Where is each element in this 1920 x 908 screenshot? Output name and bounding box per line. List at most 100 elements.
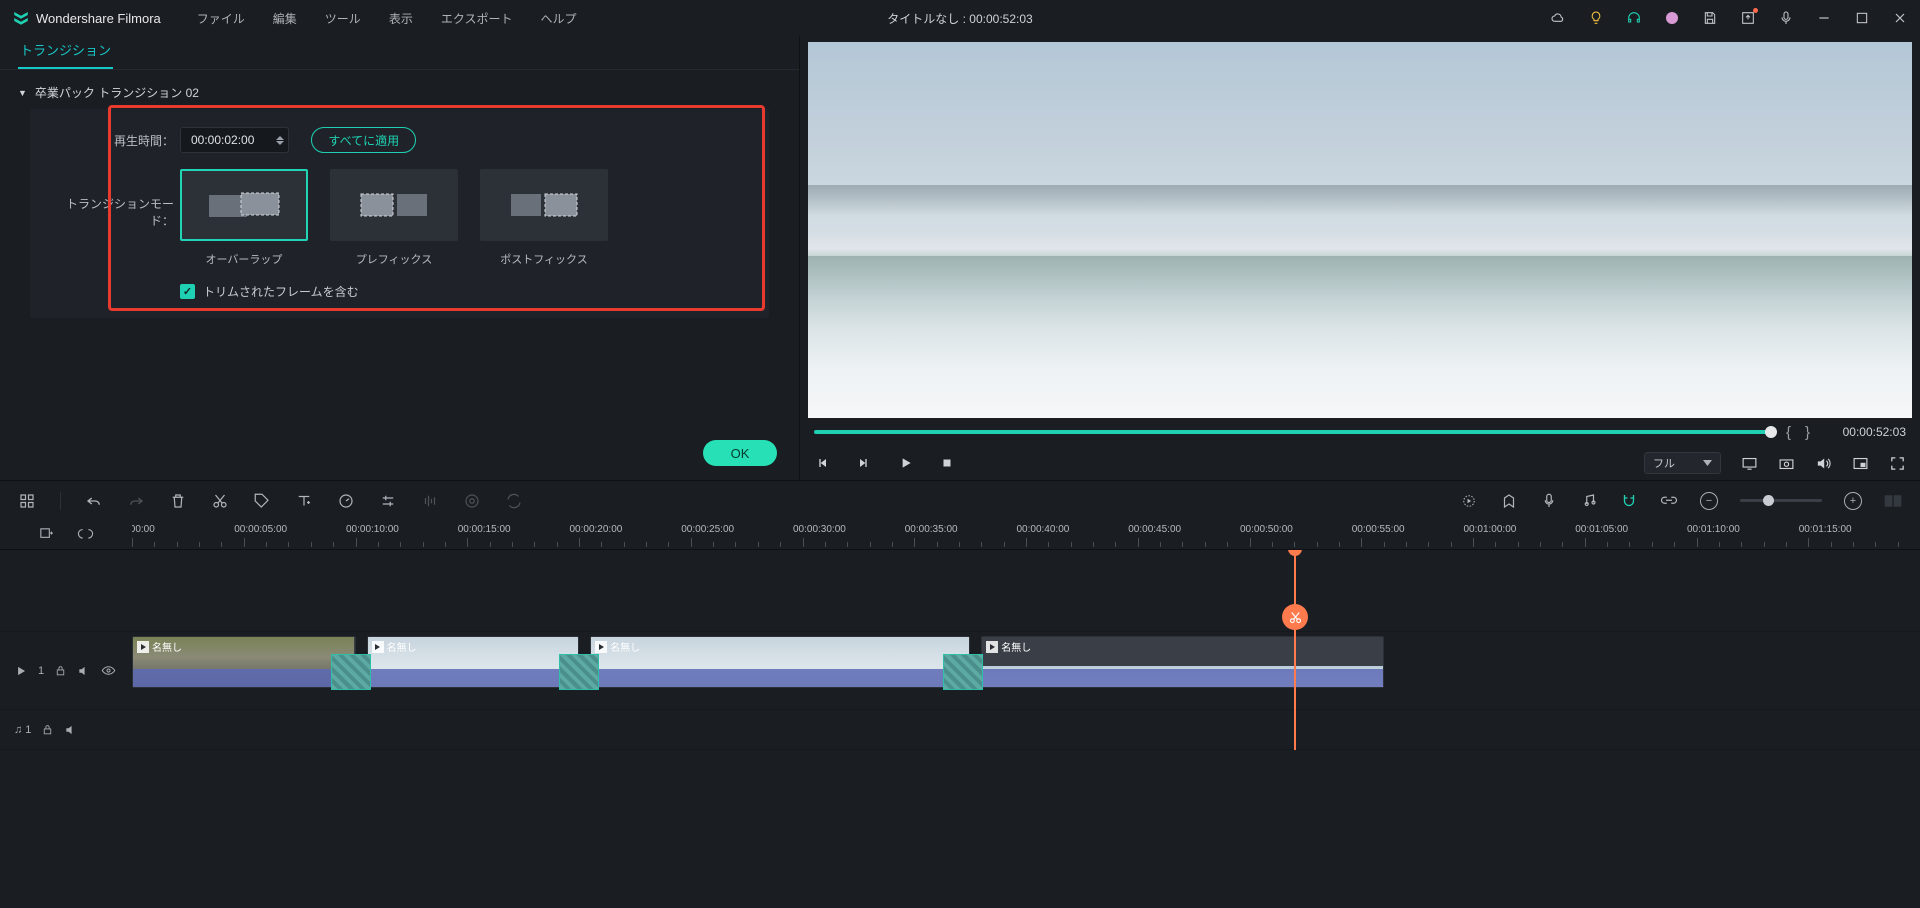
menu-export[interactable]: エクスポート — [441, 10, 513, 27]
audio-track-body[interactable] — [132, 710, 1920, 749]
display-icon[interactable] — [1741, 455, 1758, 472]
video-clip[interactable]: 名無し — [590, 636, 970, 688]
project-title: タイトルなし : 00:00:52:03 — [887, 10, 1032, 27]
mic-icon[interactable] — [1778, 10, 1794, 26]
transition-marker[interactable] — [331, 654, 371, 690]
lock-icon[interactable] — [54, 664, 67, 677]
section-title: 卒業パック トランジション 02 — [35, 84, 199, 101]
eq-icon[interactable] — [421, 492, 439, 510]
quality-select[interactable]: フル — [1644, 452, 1721, 474]
play-icon[interactable] — [898, 455, 914, 471]
ruler-label: :00:00 — [132, 524, 155, 535]
clip-label: 名無し — [137, 639, 182, 654]
menu-view[interactable]: 表示 — [389, 10, 413, 27]
cut-icon[interactable] — [211, 492, 229, 510]
transition-settings: 再生時間： 00:00:02:00 すべてに適用 トランジションモード： オーバ… — [30, 109, 769, 318]
mode-overlap-label: オーバーラップ — [206, 251, 283, 267]
undo-icon[interactable] — [85, 492, 103, 510]
stop-icon[interactable] — [940, 456, 954, 470]
grid-icon[interactable] — [18, 492, 36, 510]
fit-icon[interactable] — [1884, 492, 1902, 510]
voiceover-icon[interactable] — [1540, 492, 1558, 510]
close-icon[interactable] — [1892, 10, 1908, 26]
ruler-label: 00:00:30:00 — [793, 524, 846, 535]
video-clip[interactable]: 名無し — [132, 636, 356, 688]
include-trim-checkbox[interactable]: ✓ — [180, 284, 195, 299]
spinner-icon[interactable] — [276, 136, 284, 145]
minimize-icon[interactable] — [1816, 10, 1832, 26]
headset-icon[interactable] — [1626, 10, 1642, 26]
transition-marker[interactable] — [559, 654, 599, 690]
ruler-label: 00:01:00:00 — [1463, 524, 1516, 535]
music-icon[interactable] — [1580, 492, 1598, 510]
playhead-cut-icon[interactable] — [1282, 604, 1308, 630]
ok-button[interactable]: OK — [703, 440, 777, 466]
zoom-out-icon[interactable]: − — [1700, 492, 1718, 510]
mode-postfix[interactable] — [480, 169, 608, 241]
track-body-0[interactable] — [132, 550, 1920, 631]
menu-tools[interactable]: ツール — [325, 10, 361, 27]
fx-icon[interactable] — [463, 492, 481, 510]
mode-overlap[interactable] — [180, 169, 308, 241]
link-icon[interactable] — [1660, 492, 1678, 510]
pip-icon[interactable] — [1852, 455, 1869, 472]
step-fwd-icon[interactable] — [856, 455, 872, 471]
eye-icon[interactable] — [101, 663, 116, 678]
bracket-close-icon[interactable]: } — [1805, 424, 1810, 441]
duration-input[interactable]: 00:00:02:00 — [180, 127, 289, 153]
add-track-icon[interactable] — [38, 526, 55, 543]
fullscreen-icon[interactable] — [1889, 455, 1906, 472]
video-clip[interactable]: 名無し — [981, 636, 1383, 688]
scrubber-thumb[interactable] — [1765, 426, 1777, 438]
audio-track-header: ♫ 1 — [0, 710, 132, 749]
snapshot-icon[interactable] — [1778, 455, 1795, 472]
mute-icon[interactable] — [77, 664, 91, 678]
preview-viewport[interactable] — [808, 42, 1912, 418]
apply-all-button[interactable]: すべてに適用 — [311, 127, 416, 153]
scrubber-track[interactable] — [814, 430, 1772, 434]
audio-lock-icon[interactable] — [41, 723, 54, 736]
adjust-icon[interactable] — [379, 492, 397, 510]
volume-icon[interactable] — [1815, 455, 1832, 472]
save-icon[interactable] — [1702, 10, 1718, 26]
sync-icon[interactable] — [505, 492, 523, 510]
section-header[interactable]: ▼ 卒業パック トランジション 02 — [0, 70, 799, 109]
menu-edit[interactable]: 編集 — [273, 10, 297, 27]
step-back-icon[interactable] — [814, 455, 830, 471]
cloud-icon[interactable] — [1550, 10, 1566, 26]
collapse-triangle-icon: ▼ — [18, 88, 27, 98]
video-track-icon — [14, 664, 28, 678]
transition-marker[interactable] — [943, 654, 983, 690]
preview-time: 00:00:52:03 — [1824, 425, 1906, 439]
mode-prefix-label: プレフィックス — [356, 251, 432, 267]
zoom-in-icon[interactable]: + — [1844, 492, 1862, 510]
tag-icon[interactable] — [253, 492, 271, 510]
preview-scrubber: { } 00:00:52:03 — [800, 418, 1920, 446]
avatar-icon[interactable] — [1664, 10, 1680, 26]
video-clip[interactable]: 名無し — [367, 636, 579, 688]
link-track-icon[interactable] — [77, 526, 94, 543]
menu-help[interactable]: ヘルプ — [540, 10, 576, 27]
marker-icon[interactable] — [1500, 492, 1518, 510]
maximize-icon[interactable] — [1854, 10, 1870, 26]
bracket-open-icon[interactable]: { — [1786, 424, 1791, 441]
idea-icon[interactable] — [1588, 10, 1604, 26]
redo-icon[interactable] — [127, 492, 145, 510]
delete-icon[interactable] — [169, 492, 187, 510]
zoom-slider[interactable] — [1740, 499, 1822, 502]
audio-mute-icon[interactable] — [64, 723, 78, 737]
menu-file[interactable]: ファイル — [197, 10, 245, 27]
playhead[interactable] — [1294, 550, 1296, 750]
render-icon[interactable] — [1460, 492, 1478, 510]
mode-prefix[interactable] — [330, 169, 458, 241]
timeline-ruler[interactable]: :00:0000:00:05:0000:00:10:0000:00:15:000… — [132, 520, 1920, 549]
magnet-icon[interactable] — [1620, 492, 1638, 510]
tab-transition[interactable]: トランジション — [18, 40, 113, 69]
ruler-label: 00:01:05:00 — [1575, 524, 1628, 535]
video-track-body[interactable]: 名無し名無し名無し名無し — [132, 632, 1920, 709]
text-icon[interactable] — [295, 492, 313, 510]
quality-value: フル — [1653, 455, 1675, 471]
ruler-label: 00:01:15:00 — [1799, 524, 1852, 535]
speed-icon[interactable] — [337, 492, 355, 510]
export-icon[interactable] — [1740, 10, 1756, 26]
